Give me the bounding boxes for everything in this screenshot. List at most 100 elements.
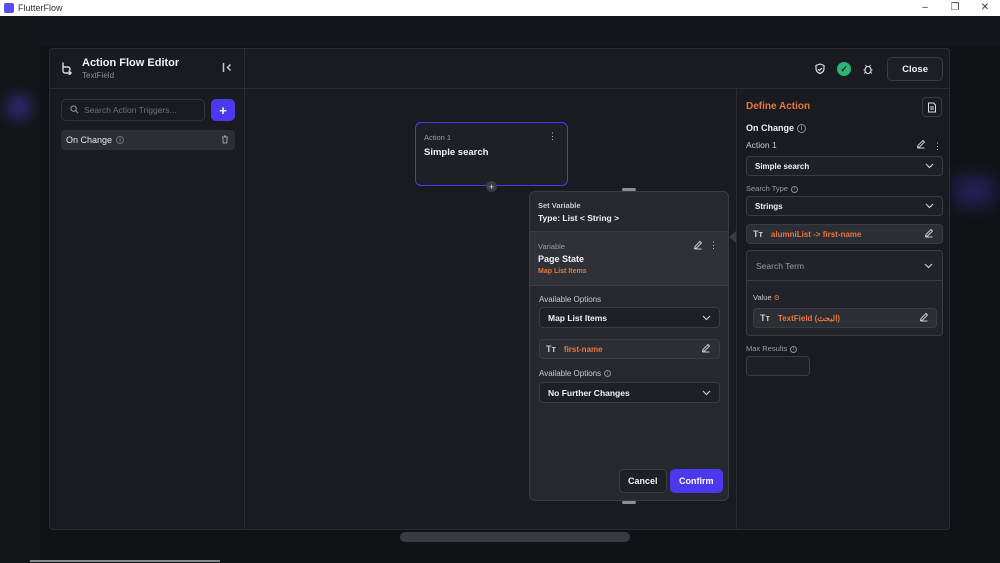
search-term-header[interactable]: Search Term — [747, 251, 942, 281]
info-icon[interactable]: i — [790, 185, 798, 193]
editor-title: Action Flow Editor — [82, 57, 180, 69]
backdrop-scrollbar — [400, 532, 630, 542]
cancel-button[interactable]: Cancel — [619, 469, 667, 493]
backdrop-glow — [954, 176, 994, 206]
action-label: Action 1 — [746, 140, 777, 150]
triggers-panel: + On Change i — [50, 89, 245, 529]
options1-value: Map List Items — [548, 312, 608, 323]
set-variable-popup: Set Variable Type: List < String > Varia… — [529, 188, 729, 504]
search-type-label-text: Search Type — [746, 184, 788, 193]
more-vertical-icon[interactable]: ⋮ — [709, 240, 718, 251]
chevron-down-icon — [925, 201, 934, 211]
edit-icon[interactable] — [916, 139, 929, 151]
chevron-down-icon — [702, 313, 711, 323]
action-node-title: Simple search — [424, 147, 489, 158]
popup-drag-handle[interactable] — [622, 188, 636, 191]
text-type-icon: Tт — [753, 229, 763, 239]
action-node-label: Action 1 — [424, 133, 452, 142]
backdrop-topbar — [40, 16, 1000, 46]
confirm-button[interactable]: Confirm — [670, 469, 723, 493]
mapped-field-chip[interactable]: Tт first-name — [539, 339, 720, 359]
info-icon[interactable]: i — [790, 345, 798, 353]
action-controls: ⋮ — [916, 139, 942, 152]
info-icon[interactable]: i — [116, 136, 125, 144]
document-icon[interactable] — [922, 97, 942, 117]
search-type-dropdown[interactable]: Strings — [746, 196, 943, 216]
options2-dropdown[interactable]: No Further Changes — [539, 382, 720, 403]
chevron-down-icon — [925, 161, 934, 171]
backdrop-divider — [30, 560, 220, 562]
trigger-item-on-change[interactable]: On Change i — [61, 130, 235, 150]
trigger-search-input[interactable] — [84, 105, 194, 115]
value-chip[interactable]: Tт TextField (البحث) — [753, 308, 937, 328]
popup-type-section: Set Variable Type: List < String > — [530, 192, 728, 232]
action-type-value: Simple search — [755, 161, 810, 171]
list-source-chip[interactable]: Tт alumniList -> first-name — [746, 224, 943, 244]
variable-value: Page State — [538, 254, 585, 264]
edit-icon[interactable] — [924, 228, 934, 241]
search-type-value: Strings — [755, 201, 783, 211]
popup-variable-section[interactable]: Variable Page State Map List Items ⋮ — [530, 232, 728, 286]
variable-type: Type: List < String > — [538, 213, 620, 223]
text-type-icon: Tт — [546, 344, 556, 354]
list-source-value: alumniList -> first-name — [770, 229, 862, 239]
close-button[interactable]: Close — [887, 57, 943, 81]
edit-icon[interactable] — [919, 312, 929, 325]
text-type-icon: Tт — [760, 313, 770, 323]
trigger-search[interactable] — [61, 99, 205, 121]
more-vertical-icon[interactable]: ⋮ — [933, 141, 942, 151]
info-icon[interactable]: i — [797, 124, 807, 134]
value-chip-text: TextField (البحث) — [777, 313, 841, 323]
max-results-label-text: Max Results — [746, 344, 788, 353]
add-node-plus-icon[interactable]: + — [486, 181, 497, 192]
bug-icon[interactable] — [859, 60, 877, 78]
window-controls: – ❐ ✕ — [910, 0, 1000, 16]
window-close-button[interactable]: ✕ — [970, 0, 1000, 16]
add-trigger-button[interactable]: + — [211, 99, 235, 121]
define-action-panel: Define Action On Change i Action 1 ⋮ Simp… — [729, 89, 949, 529]
value-label: Value ⚙ — [753, 293, 780, 302]
options2-value: No Further Changes — [548, 387, 630, 398]
editor-header: Action Flow Editor TextField ✓ Close — [50, 49, 949, 89]
panel-pointer — [729, 231, 736, 243]
search-term-label: Search Term — [756, 260, 805, 271]
variable-label: Variable — [538, 242, 565, 251]
shield-icon[interactable] — [811, 60, 829, 78]
action-type-dropdown[interactable]: Simple search — [746, 156, 943, 176]
max-results-label: Max Results i — [746, 344, 798, 353]
options2-label-text: Available Options — [539, 369, 602, 378]
backdrop-glow — [6, 94, 32, 120]
trash-icon[interactable] — [221, 135, 229, 146]
window-title: FlutterFlow — [18, 3, 63, 13]
popup-drag-handle[interactable] — [622, 501, 636, 504]
search-type-label: Search Type i — [746, 184, 798, 193]
options1-label: Available Options — [539, 295, 602, 304]
define-action-title: Define Action — [746, 101, 811, 112]
value-label-text: Value — [753, 293, 772, 302]
max-results-input[interactable] — [746, 356, 810, 376]
chevron-down-icon — [924, 261, 933, 271]
variable-settings-icon[interactable]: ⚙ — [774, 295, 780, 302]
edit-icon[interactable] — [693, 240, 703, 253]
more-vertical-icon[interactable]: ⋮ — [548, 131, 557, 142]
minimize-button[interactable]: – — [910, 0, 940, 16]
options1-dropdown[interactable]: Map List Items — [539, 307, 720, 328]
header-actions: ✓ Close — [811, 57, 943, 81]
collapse-panel-icon[interactable] — [222, 62, 233, 76]
edit-icon[interactable] — [701, 343, 711, 356]
mapped-field-value: first-name — [563, 344, 603, 354]
set-variable-label: Set Variable — [538, 201, 581, 210]
search-icon — [70, 104, 79, 116]
action-node[interactable]: Action 1 Simple search ⋮ — [415, 122, 568, 186]
action-flow-editor: Action Flow Editor TextField ✓ Close + — [49, 48, 950, 530]
flutterflow-logo-icon — [4, 3, 14, 13]
window-titlebar: FlutterFlow – ❐ ✕ — [0, 0, 1000, 16]
trigger-label: On Change — [66, 135, 113, 145]
variable-sub: Map List Items — [538, 268, 587, 275]
check-icon: ✓ — [837, 62, 852, 76]
search-term-section: Search Term Value ⚙ Tт TextField (البحث) — [746, 250, 943, 336]
info-icon[interactable]: i — [604, 370, 612, 378]
flow-canvas: Action 1 Simple search ⋮ + Set Variable … — [246, 89, 736, 529]
restore-button[interactable]: ❐ — [940, 0, 970, 16]
validation-status-icon[interactable]: ✓ — [835, 60, 853, 78]
